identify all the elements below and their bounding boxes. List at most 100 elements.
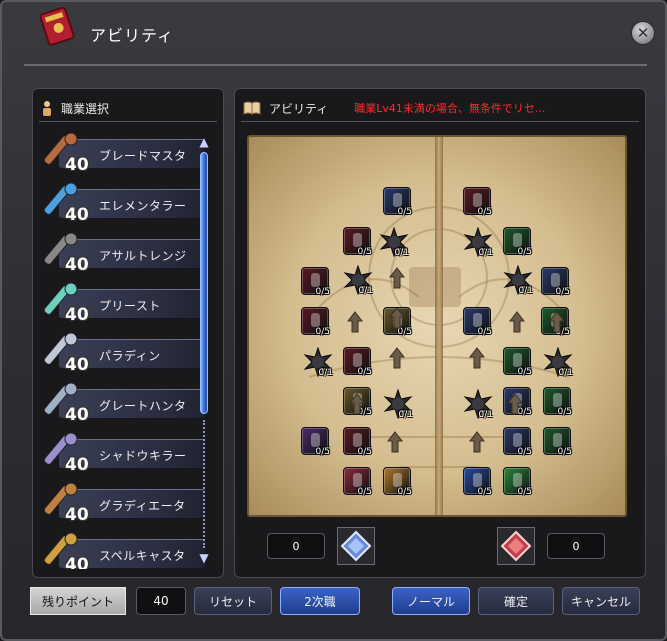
spiked-ability-node[interactable]: 0/1 [543, 346, 573, 378]
ability-node[interactable]: 0/5 [463, 467, 492, 497]
spiked-ability-node[interactable]: 0/1 [463, 388, 493, 420]
scroll-track-dots [203, 420, 205, 548]
spiked-ability-node[interactable]: 0/1 [383, 388, 413, 420]
scroll-up-arrow-icon[interactable]: ▲ [197, 136, 211, 148]
spiked-ability-node[interactable]: 0/1 [303, 346, 333, 378]
job-item[interactable]: 40 グレートハンタ [39, 377, 207, 429]
ability-node[interactable]: 0/5 [301, 427, 330, 457]
scroll-thumb[interactable] [200, 152, 208, 414]
ability-gem-icon [473, 473, 482, 487]
ability-node[interactable]: 0/5 [503, 347, 532, 377]
ability-node[interactable]: 0/5 [463, 307, 492, 337]
up-arrow-icon [389, 267, 405, 289]
window-title: アビリティ [90, 26, 175, 45]
ability-node[interactable]: 0/5 [383, 467, 412, 497]
job-item[interactable]: 40 プリースト [39, 277, 207, 329]
ability-level-count: 0/5 [357, 447, 372, 457]
normal-button[interactable]: ノーマル [392, 587, 470, 615]
water-crystal-icon [340, 530, 372, 562]
ability-node[interactable]: 0/5 [543, 427, 572, 457]
spiked-ability-node[interactable]: 0/1 [379, 226, 409, 258]
ability-gem-icon [311, 273, 320, 287]
fire-crystal-button[interactable] [497, 527, 535, 565]
job-item[interactable]: 40 ブレードマスタ [39, 129, 207, 179]
ability-gem-icon [393, 193, 402, 207]
ability-gem-icon [311, 313, 320, 327]
job-item[interactable]: 40 アサルトレンジ [39, 227, 207, 279]
water-crystal-button[interactable] [337, 527, 375, 565]
ability-gem-icon [551, 273, 560, 287]
close-button[interactable]: ✕ [631, 21, 655, 45]
cancel-button[interactable]: キャンセル [562, 587, 640, 615]
ability-node[interactable]: 0/5 [503, 227, 532, 257]
up-arrow-icon [389, 347, 405, 369]
ability-node[interactable]: 0/5 [503, 467, 532, 497]
scroll-down-arrow-icon[interactable]: ▼ [197, 552, 211, 564]
ability-node[interactable]: 0/5 [343, 227, 372, 257]
ability-gem-icon [353, 473, 362, 487]
job-item[interactable]: 40 グラディエータ [39, 477, 207, 529]
ability-title: アビリティ [269, 101, 329, 116]
up-arrow-icon [509, 311, 525, 333]
up-arrow-icon [389, 307, 405, 329]
job-name: アサルトレンジ [99, 249, 187, 263]
up-arrow-icon [347, 311, 363, 333]
ability-node[interactable]: 0/5 [343, 427, 372, 457]
ability-node[interactable]: 0/5 [383, 187, 412, 217]
ability-gem-icon [513, 353, 522, 367]
ability-level-count: 0/5 [397, 207, 412, 217]
spiked-ability-node[interactable]: 0/1 [503, 264, 533, 296]
job-level: 40 [65, 555, 89, 569]
person-icon [43, 101, 51, 116]
ability-level-count: 0/5 [315, 287, 330, 297]
close-icon: ✕ [636, 24, 650, 42]
water-point-value: 0 [267, 533, 325, 559]
job-list-scrollbar[interactable]: ▲ ▼ [199, 136, 209, 564]
ability-node[interactable]: 0/5 [463, 187, 492, 217]
ability-gem-icon [353, 353, 362, 367]
ability-level-count: 0/1 [398, 410, 413, 420]
ability-header: アビリティ 職業Lv41未満の場合、無条件でリセ... [243, 97, 545, 119]
reset-button[interactable]: リセット [194, 587, 272, 615]
ability-gem-icon [473, 193, 482, 207]
ability-level-count: 0/1 [558, 368, 573, 378]
spiked-ability-node[interactable]: 0/1 [343, 264, 373, 296]
ability-level-count: 0/5 [557, 407, 572, 417]
ability-node[interactable]: 0/5 [301, 267, 330, 297]
ability-header-divider [241, 121, 639, 122]
confirm-button[interactable]: 確定 [478, 587, 554, 615]
job-name: エレメンタラー [99, 199, 187, 213]
job-item[interactable]: 40 シャドウキラー [39, 427, 207, 479]
job-item[interactable]: 40 エレメンタラー [39, 177, 207, 229]
ability-window: アビリティ ✕ 職業選択 40 ブレードマスタ 40 エレメンタラー 40 アサルトレンジ… [0, 0, 667, 641]
job-name: グラディエータ [99, 499, 186, 513]
ability-node[interactable]: 0/5 [301, 307, 330, 337]
second-job-button[interactable]: 2次職 [280, 587, 360, 615]
ability-node[interactable]: 0/5 [543, 387, 572, 417]
job-item[interactable]: 40 パラディン [39, 327, 207, 379]
up-arrow-icon [507, 393, 523, 415]
ability-level-count: 0/1 [358, 286, 373, 296]
ability-panel: アビリティ 職業Lv41未満の場合、無条件でリセ... 0/5 0/5 0/5 0/1… [234, 88, 646, 578]
ability-node[interactable]: 0/5 [541, 267, 570, 297]
job-level: 40 [65, 405, 89, 425]
ability-node[interactable]: 0/5 [343, 467, 372, 497]
job-item[interactable]: 40 スペルキャスタ [39, 527, 207, 569]
reset-warning-text: 職業Lv41未満の場合、無条件でリセ... [354, 102, 546, 115]
ability-gem-icon [473, 313, 482, 327]
ability-node[interactable]: 0/5 [343, 347, 372, 377]
ability-tree-book: 0/5 0/5 0/5 0/1 0/1 0/5 0/5 0/1 0/1 0/5 0/5 0/5 0/5 0… [247, 135, 627, 517]
job-level: 40 [65, 205, 89, 225]
remaining-points-label: 残りポイント [30, 587, 126, 615]
ability-gem-icon [353, 433, 362, 447]
spiked-ability-node[interactable]: 0/1 [463, 226, 493, 258]
up-arrow-icon [349, 393, 365, 415]
ability-node[interactable]: 0/5 [503, 427, 532, 457]
ability-level-count: 0/5 [517, 367, 532, 377]
job-name: ブレードマスタ [99, 149, 187, 163]
open-book-icon [243, 101, 261, 115]
ability-gem-icon [513, 473, 522, 487]
ability-gem-icon [553, 433, 562, 447]
job-selection-panel: 職業選択 40 ブレードマスタ 40 エレメンタラー 40 アサルトレンジ 40 プリースト 4… [32, 88, 224, 578]
ability-level-count: 0/5 [397, 487, 412, 497]
